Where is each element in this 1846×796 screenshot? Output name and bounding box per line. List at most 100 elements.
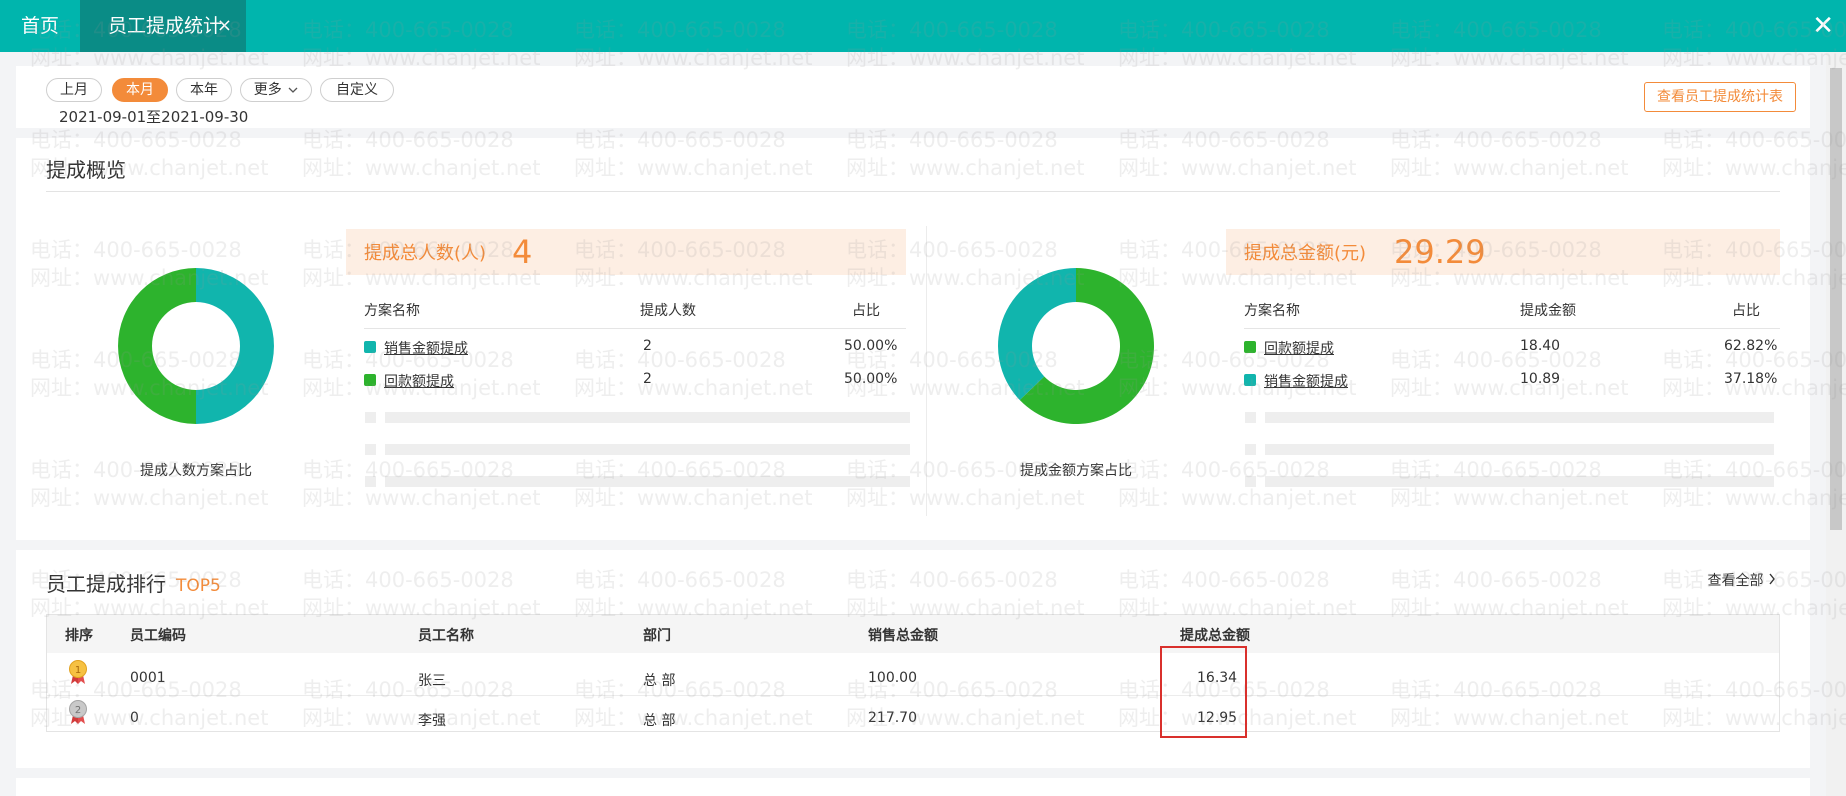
employee-ranking-card: 员工提成排行 TOP5 查看全部 排序 员工编码 员工名称 部门 销售总金额 提成… — [16, 550, 1810, 768]
ranking-table: 排序 员工编码 员工名称 部门 销售总金额 提成总金额 1 0001 张三 总 … — [46, 614, 1780, 732]
people-count-value: 2 — [643, 338, 652, 354]
placeholder-swatch — [1245, 412, 1256, 423]
amount-ratio-value: 62.82% — [1724, 338, 1778, 354]
filter-this-year-button[interactable]: 本年 — [176, 78, 232, 102]
scrollbar-thumb[interactable] — [1830, 68, 1842, 530]
col-rank: 排序 — [65, 628, 93, 644]
col-plan-name: 方案名称 — [364, 303, 420, 319]
placeholder-swatch — [1245, 444, 1256, 455]
col-people-count: 提成人数 — [640, 303, 696, 319]
department: 总 部 — [643, 673, 676, 689]
people-total-label: 提成总人数(人) — [364, 243, 487, 264]
col-department: 部门 — [643, 628, 671, 644]
people-ratio-value: 50.00% — [844, 338, 898, 354]
amount-total-value: 29.29 — [1394, 233, 1486, 271]
placeholder-bar — [385, 444, 910, 455]
tab-home[interactable]: 首页 — [0, 0, 80, 52]
employee-code: 0001 — [130, 670, 166, 686]
plan-link-sales[interactable]: 销售金额提成 — [1264, 371, 1348, 391]
people-ratio-value: 50.00% — [844, 371, 898, 387]
svg-text:1: 1 — [75, 665, 81, 676]
col-commission-total: 提成总金额 — [1180, 628, 1250, 644]
sales-total: 100.00 — [868, 670, 917, 686]
people-donut-chart — [118, 268, 274, 424]
table-header-line — [364, 328, 906, 329]
amount-total-banner: 提成总金额(元) 29.29 — [1226, 229, 1780, 275]
ranking-title-text: 员工提成排行 — [46, 572, 166, 596]
placeholder-swatch — [1245, 476, 1256, 487]
tab-label: 员工提成统计 — [108, 15, 223, 37]
placeholder-bar — [385, 412, 910, 423]
date-range-text: 2021-09-01至2021-09-30 — [59, 108, 249, 126]
next-section-card — [16, 778, 1810, 796]
placeholder-bar — [1265, 476, 1774, 487]
chevron-right-icon — [1769, 573, 1775, 585]
tab-close-icon[interactable]: × — [217, 0, 232, 52]
col-ratio: 占比 — [1732, 303, 1760, 319]
col-ratio: 占比 — [852, 303, 880, 319]
filter-last-month-button[interactable]: 上月 — [46, 78, 102, 102]
gold-medal-icon: 1 — [69, 660, 87, 684]
overview-title: 提成概览 — [46, 158, 126, 182]
legend-swatch-sales — [1244, 374, 1256, 386]
svg-text:2: 2 — [75, 705, 81, 716]
view-all-link[interactable]: 查看全部 — [1708, 570, 1776, 590]
amount-value: 10.89 — [1520, 371, 1561, 387]
people-total-banner: 提成总人数(人) 4 — [346, 229, 906, 275]
date-filter-card: 上月 本月 本年 更多 自定义 2021-09-01至2021-09-30 查看… — [16, 66, 1810, 128]
top5-badge: TOP5 — [176, 576, 221, 596]
amount-total-label: 提成总金额(元) — [1244, 243, 1367, 264]
commission-overview-card: 提成概览 提成人数方案占比 提成总人数(人) 4 方案名称 提成人数 占比 销售… — [16, 138, 1810, 540]
section-divider — [926, 226, 927, 516]
table-header-line — [1244, 328, 1780, 329]
placeholder-bar — [1265, 444, 1774, 455]
filter-more-label: 更多 — [253, 82, 282, 98]
view-all-label: 查看全部 — [1707, 573, 1764, 589]
highlight-annotation-box — [1160, 646, 1247, 738]
department: 总 部 — [643, 713, 676, 729]
plan-link-collection[interactable]: 回款额提成 — [384, 371, 454, 391]
people-chart-label: 提成人数方案占比 — [140, 463, 252, 479]
placeholder-bar — [1265, 412, 1774, 423]
ranking-table-header: 排序 员工编码 员工名称 部门 销售总金额 提成总金额 — [47, 615, 1779, 653]
amount-ratio-value: 37.18% — [1724, 371, 1778, 387]
employee-name: 张三 — [418, 673, 446, 689]
col-sales-total: 销售总金额 — [868, 628, 938, 644]
employee-code: 0 — [130, 710, 139, 726]
title-divider — [46, 191, 1780, 192]
col-plan-name: 方案名称 — [1244, 303, 1300, 319]
top-tab-bar: 首页 员工提成统计 × ✕ — [0, 0, 1846, 52]
col-employee-code: 员工编码 — [130, 628, 186, 644]
people-count-value: 2 — [643, 371, 652, 387]
tab-employee-commission[interactable]: 员工提成统计 × — [80, 0, 246, 52]
amount-chart-label: 提成金额方案占比 — [1020, 463, 1132, 479]
donut-slice-2[interactable] — [998, 268, 1076, 401]
plan-link-sales[interactable]: 销售金额提成 — [384, 338, 468, 358]
plan-link-collection[interactable]: 回款额提成 — [1264, 338, 1334, 358]
col-commission-amount: 提成金额 — [1520, 303, 1576, 319]
window-close-icon[interactable]: ✕ — [1812, 0, 1834, 52]
sales-total: 217.70 — [868, 710, 917, 726]
placeholder-swatch — [365, 476, 376, 487]
filter-custom-button[interactable]: 自定义 — [320, 78, 394, 102]
filter-more-button[interactable]: 更多 — [240, 78, 312, 102]
donut-slice-2[interactable] — [118, 268, 196, 424]
filter-this-month-button[interactable]: 本月 — [112, 78, 168, 102]
donut-slice-1[interactable] — [196, 268, 274, 424]
row-divider — [47, 695, 1779, 696]
silver-medal-icon: 2 — [69, 700, 87, 724]
placeholder-bar — [385, 476, 910, 487]
legend-swatch-collection — [1244, 341, 1256, 353]
chevron-down-icon — [288, 87, 298, 93]
employee-name: 李强 — [418, 713, 446, 729]
people-total-value: 4 — [512, 233, 533, 271]
amount-value: 18.40 — [1520, 338, 1561, 354]
legend-swatch-collection — [364, 374, 376, 386]
legend-swatch-sales — [364, 341, 376, 353]
ranking-title: 员工提成排行 TOP5 — [46, 568, 221, 597]
placeholder-swatch — [365, 412, 376, 423]
view-report-button[interactable]: 查看员工提成统计表 — [1644, 82, 1796, 112]
amount-donut-chart — [998, 268, 1154, 424]
col-employee-name: 员工名称 — [418, 628, 474, 644]
placeholder-swatch — [365, 444, 376, 455]
